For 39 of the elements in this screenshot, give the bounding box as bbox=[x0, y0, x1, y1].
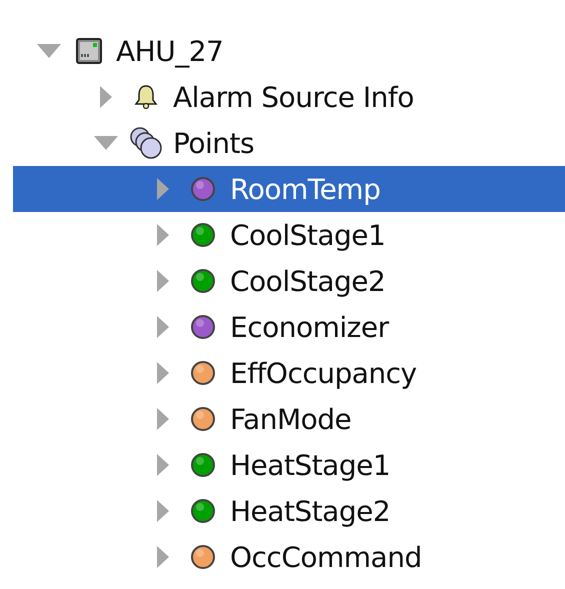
tree-row[interactable]: CoolStage1 bbox=[13, 212, 565, 258]
node-label: CoolStage1 bbox=[230, 218, 386, 252]
tree-row[interactable]: HeatStage1 bbox=[13, 442, 565, 488]
expand-arrow-icon[interactable] bbox=[156, 223, 170, 247]
collapse-arrow-icon[interactable] bbox=[93, 135, 119, 151]
stacked-circles-icon bbox=[129, 126, 163, 160]
expand-arrow-icon[interactable] bbox=[156, 269, 170, 293]
tree-row[interactable]: Alarm Source Info bbox=[13, 74, 565, 120]
expand-arrow-icon[interactable] bbox=[156, 361, 170, 385]
expand-arrow-icon[interactable] bbox=[156, 499, 170, 523]
node-label: EffOccupancy bbox=[230, 356, 417, 390]
expand-arrow-icon[interactable] bbox=[156, 177, 170, 201]
tree-row[interactable]: EffOccupancy bbox=[13, 350, 565, 396]
node-label: HeatStage2 bbox=[230, 494, 390, 528]
expand-arrow-icon[interactable] bbox=[156, 545, 170, 569]
node-label: FanMode bbox=[230, 402, 352, 436]
node-label: RoomTemp bbox=[230, 172, 380, 206]
tree-row[interactable]: CoolStage2 bbox=[13, 258, 565, 304]
node-label: OccCommand bbox=[230, 540, 422, 574]
node-label: CoolStage2 bbox=[230, 264, 386, 298]
selected-tree-row[interactable]: RoomTemp bbox=[13, 166, 565, 212]
tree-row[interactable]: Economizer bbox=[13, 304, 565, 350]
node-label: HeatStage1 bbox=[230, 448, 390, 482]
expand-arrow-icon[interactable] bbox=[99, 85, 113, 109]
device-icon bbox=[76, 38, 102, 64]
tree-row[interactable]: OccCommand bbox=[13, 534, 565, 580]
bell-icon bbox=[133, 84, 159, 110]
expand-arrow-icon[interactable] bbox=[156, 453, 170, 477]
expand-arrow-icon[interactable] bbox=[156, 407, 170, 431]
expand-arrow-icon[interactable] bbox=[156, 315, 170, 339]
tree-row[interactable]: FanMode bbox=[13, 396, 565, 442]
node-label: AHU_27 bbox=[116, 34, 224, 68]
node-label: Points bbox=[173, 126, 254, 160]
node-label: Alarm Source Info bbox=[173, 80, 414, 114]
tree-row[interactable]: Points bbox=[13, 120, 565, 166]
node-label: Economizer bbox=[230, 310, 389, 344]
tree-row[interactable]: AHU_27 bbox=[13, 28, 565, 74]
collapse-arrow-icon[interactable] bbox=[36, 43, 62, 59]
tree-row[interactable]: HeatStage2 bbox=[13, 488, 565, 534]
